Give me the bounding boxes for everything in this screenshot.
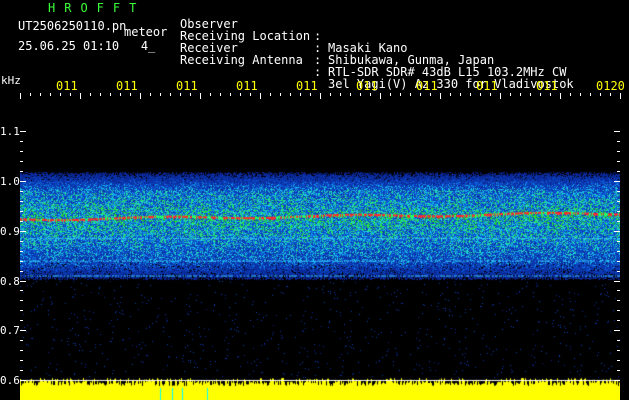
time-label: 011 bbox=[296, 79, 318, 93]
time-label: 011 bbox=[536, 79, 558, 93]
file-name: UT2506250110.pn bbox=[18, 19, 127, 33]
date-time: 25.06.25 01:10 4_ bbox=[18, 39, 156, 53]
frequency-tick-label: 0.8 bbox=[0, 274, 20, 288]
time-label: 011 bbox=[356, 79, 378, 93]
info-row-receiver: Receiver : RTL-SDR SDR# 43dB L15 103.2MH… bbox=[180, 30, 566, 78]
info-label: Receiving Antenna bbox=[180, 53, 303, 67]
spectrogram-waterfall bbox=[20, 93, 620, 400]
time-label: 011 bbox=[476, 79, 498, 93]
time-label: 011 bbox=[56, 79, 78, 93]
time-label: 0120 bbox=[596, 79, 625, 93]
info-row-observer: Observer : Masaki Kano bbox=[180, 6, 407, 54]
time-label: 011 bbox=[236, 79, 258, 93]
frequency-unit-label: kHz bbox=[1, 74, 21, 87]
frequency-tick-label: 0.7 bbox=[0, 324, 20, 338]
info-row-antenna: Receiving Antenna : 3el Yagi(V) Az 330 f… bbox=[180, 42, 574, 90]
time-label: 011 bbox=[416, 79, 438, 93]
frequency-tick-label: 0.9 bbox=[0, 224, 20, 238]
frequency-tick-label: 1.1 bbox=[0, 125, 20, 139]
info-row-location: Receiving Location : Shibukawa, Gunma, J… bbox=[180, 18, 494, 66]
frequency-tick-label: 0.6 bbox=[0, 374, 20, 387]
frequency-tick-label: 1.0 bbox=[0, 175, 20, 188]
info-separator: : bbox=[314, 65, 322, 79]
file-tag: meteor bbox=[124, 25, 168, 39]
time-label: 011 bbox=[116, 79, 138, 93]
app-title: HROFFT bbox=[48, 1, 146, 15]
time-label: 011 bbox=[176, 79, 198, 93]
